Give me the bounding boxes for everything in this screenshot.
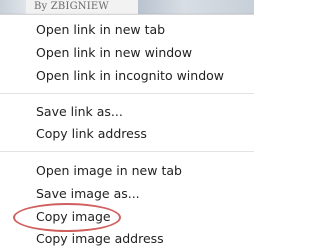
menu-item-save-link-as[interactable]: Save link as... (36, 101, 123, 123)
menu-item-copy-image-address[interactable]: Copy image address (36, 228, 164, 249)
screenshot-root: By ZBIGNIEW Open link in new tab Open li… (0, 0, 254, 249)
menu-item-open-image-new-tab[interactable]: Open image in new tab (36, 160, 182, 182)
menu-item-copy-image[interactable]: Copy image (36, 206, 111, 228)
menu-item-open-link-new-window[interactable]: Open link in new window (36, 42, 192, 64)
menu-item-save-image-as[interactable]: Save image as... (36, 183, 140, 205)
menu-separator (0, 93, 254, 94)
menu-item-open-link-new-tab[interactable]: Open link in new tab (36, 19, 165, 41)
menu-separator (0, 151, 254, 152)
menu-item-open-link-incognito[interactable]: Open link in incognito window (36, 65, 224, 87)
background-byline: By ZBIGNIEW (34, 1, 109, 12)
menu-item-copy-link-address[interactable]: Copy link address (36, 123, 147, 145)
context-menu: Open link in new tab Open link in new wi… (0, 14, 254, 249)
